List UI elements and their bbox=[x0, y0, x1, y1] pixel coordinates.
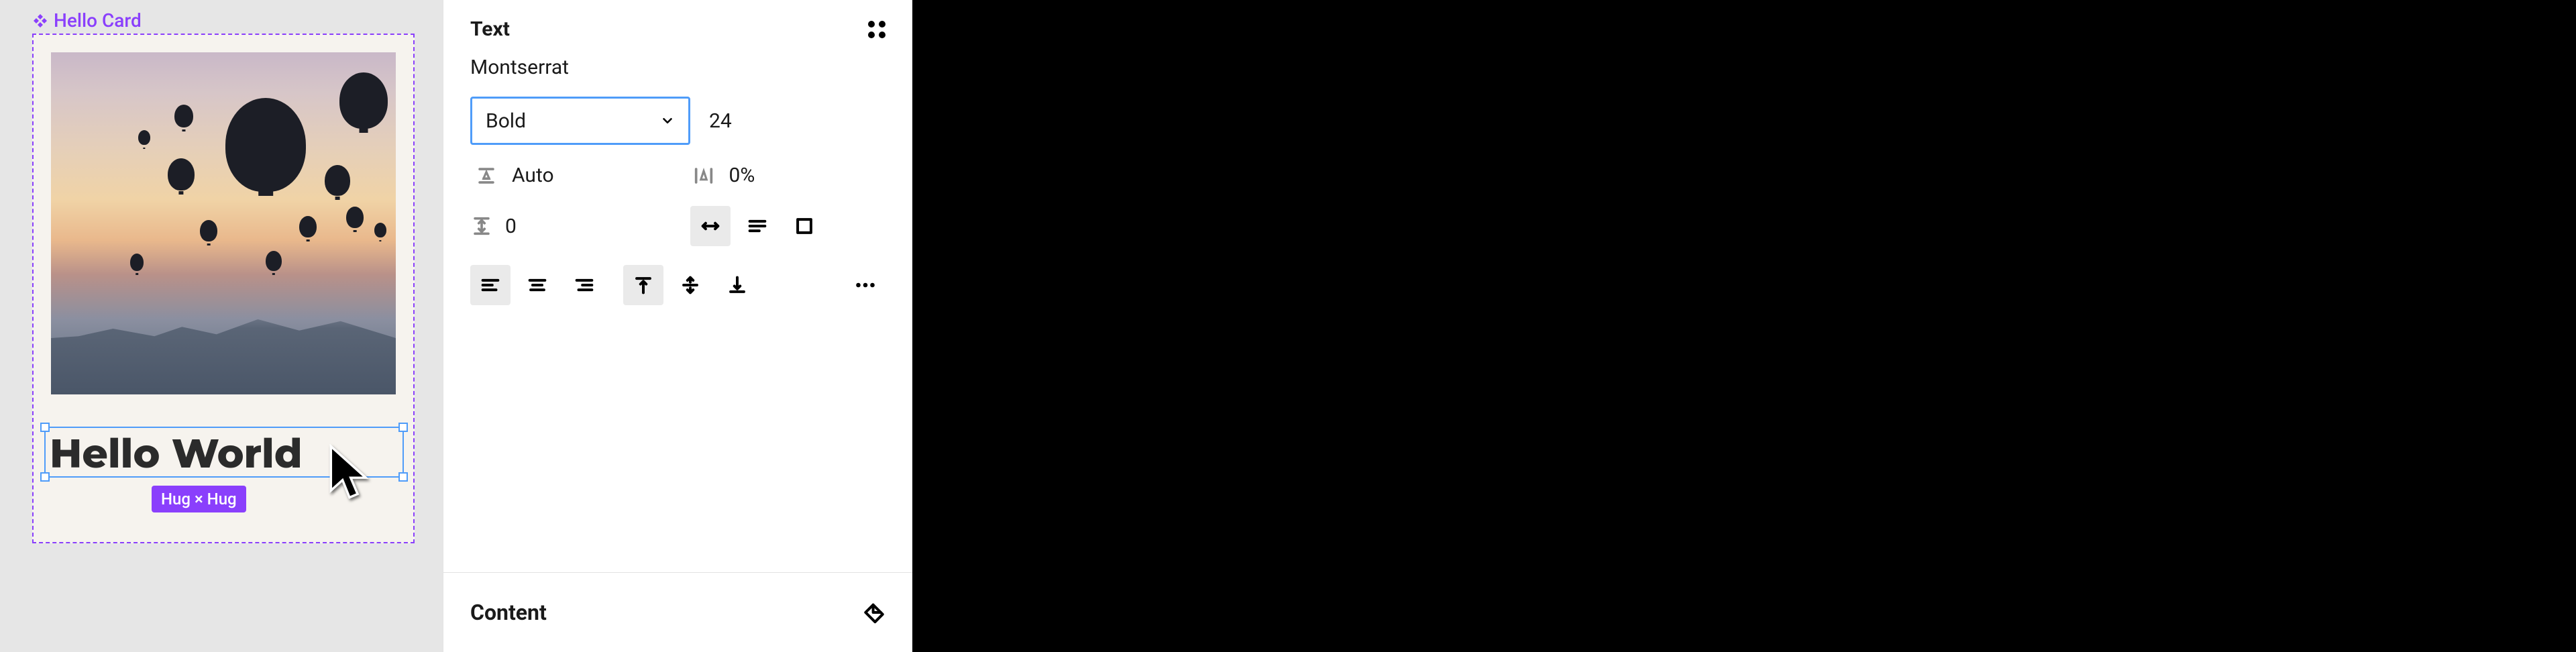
cursor-icon bbox=[326, 444, 373, 504]
align-top-button[interactable] bbox=[623, 265, 663, 305]
design-canvas[interactable]: Hello Card Hello World Hug × Hug bbox=[0, 0, 443, 652]
resize-handle-bottom-left[interactable] bbox=[40, 472, 50, 482]
autolayout-size-badge: Hug × Hug bbox=[152, 486, 246, 512]
more-type-options-button[interactable] bbox=[845, 265, 885, 305]
font-weight-select[interactable]: Bold bbox=[470, 97, 690, 145]
vertical-align-group bbox=[623, 265, 757, 305]
align-right-button[interactable] bbox=[564, 265, 604, 305]
horizontal-align-group bbox=[470, 265, 604, 305]
resize-mode-group bbox=[690, 206, 824, 246]
content-section-title[interactable]: Content bbox=[470, 600, 547, 625]
fixed-size-button[interactable] bbox=[784, 206, 824, 246]
align-left-button[interactable] bbox=[470, 265, 511, 305]
paragraph-spacing-icon bbox=[470, 215, 493, 237]
panel-settings-icon[interactable] bbox=[868, 21, 885, 38]
card-frame[interactable]: Hello World Hug × Hug bbox=[32, 34, 415, 543]
component-label-text: Hello Card bbox=[54, 9, 142, 32]
auto-width-button[interactable] bbox=[690, 206, 731, 246]
resize-handle-top-left[interactable] bbox=[40, 423, 50, 432]
paragraph-spacing-value[interactable]: 0 bbox=[505, 215, 517, 238]
component-instance-label[interactable]: Hello Card bbox=[32, 9, 142, 32]
font-size-field[interactable]: 24 bbox=[709, 109, 732, 133]
resize-handle-top-right[interactable] bbox=[398, 423, 408, 432]
auto-height-button[interactable] bbox=[737, 206, 777, 246]
align-middle-button[interactable] bbox=[670, 265, 710, 305]
letter-spacing-value[interactable]: 0% bbox=[729, 164, 755, 187]
resize-handle-bottom-right[interactable] bbox=[398, 472, 408, 482]
apply-variable-icon[interactable] bbox=[863, 601, 885, 624]
line-height-icon bbox=[470, 164, 502, 187]
font-family-field[interactable]: Montserrat bbox=[470, 56, 885, 79]
font-weight-value: Bold bbox=[486, 109, 526, 133]
chevron-down-icon bbox=[660, 113, 675, 128]
letter-spacing-icon bbox=[688, 164, 720, 187]
empty-region bbox=[912, 0, 2576, 652]
panel-title: Text bbox=[470, 17, 510, 41]
card-image bbox=[51, 52, 396, 394]
component-icon bbox=[32, 13, 48, 29]
text-properties-panel: Text Montserrat Bold 24 Auto bbox=[443, 0, 912, 652]
align-bottom-button[interactable] bbox=[717, 265, 757, 305]
align-center-button[interactable] bbox=[517, 265, 557, 305]
line-height-value[interactable]: Auto bbox=[512, 164, 554, 187]
